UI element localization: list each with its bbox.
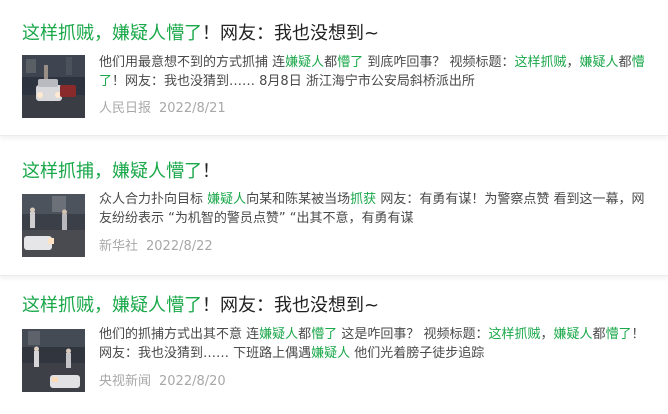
summary-highlight: 嫌疑人 xyxy=(285,55,325,70)
result-meta: 新华社 2022/8/22 xyxy=(99,238,213,256)
result-meta: 人民日报 2022/8/21 xyxy=(99,100,226,118)
result-meta: 央视新闻 2022/8/20 xyxy=(99,373,226,391)
title-highlight[interactable]: ， xyxy=(94,23,112,44)
summary-text: 这是咋回事？ 视频标题： xyxy=(337,327,489,342)
result-summary: 他们的抓捕方式出其不意 连嫌疑人都懵了 这是咋回事？ 视频标题：这样抓贼，嫌疑人… xyxy=(99,325,647,363)
summary-text: 到底咋回事？ 视频标题： xyxy=(363,55,515,70)
summary-text: ， xyxy=(540,327,554,342)
result-card[interactable]: 这样抓捕，嫌疑人懵了！ 众人合力扑向目标 嫌疑人向某和陈某被当场抓获 网友：有勇… xyxy=(0,138,668,276)
title-text[interactable]: ！ xyxy=(202,161,220,182)
summary-highlight: 懵了 xyxy=(605,327,632,342)
summary-text: 他们用最意想不到的方式抓捕 连 xyxy=(99,55,286,70)
publish-date: 2022/8/22 xyxy=(146,239,213,254)
summary-text: ， xyxy=(566,55,580,70)
title-highlight[interactable]: 这样抓捕 xyxy=(22,161,94,182)
summary-text: 都 xyxy=(592,327,606,342)
result-title-link[interactable]: 这样抓贼，嫌疑人懵了！网友：我也没想到~ xyxy=(22,22,379,46)
summary-highlight: 抓获 xyxy=(350,192,377,207)
summary-highlight: 嫌疑人 xyxy=(259,327,299,342)
night-street-car-thumbnail[interactable] xyxy=(22,55,85,118)
summary-text: 都 xyxy=(298,327,312,342)
summary-text: 众人合力扑向目标 xyxy=(99,192,208,207)
thumbnail-image xyxy=(22,194,85,257)
summary-text: 他们的抓捕方式出其不意 连 xyxy=(99,327,260,342)
search-results-page: 这样抓贼，嫌疑人懵了！网友：我也没想到~ 他们用最意想不到的方式抓捕 连嫌疑人都… xyxy=(0,0,668,414)
title-highlight[interactable]: ， xyxy=(94,295,112,316)
result-card[interactable]: 这样抓贼，嫌疑人懵了！网友：我也没想到~ 他们用最意想不到的方式抓捕 连嫌疑人都… xyxy=(0,0,668,136)
result-title-link[interactable]: 这样抓贼，嫌疑人懵了！网友：我也没想到~ xyxy=(22,294,379,318)
summary-highlight: 嫌疑人 xyxy=(311,346,351,361)
publish-date: 2022/8/21 xyxy=(159,101,226,116)
title-highlight[interactable]: 嫌疑人懵了 xyxy=(112,23,202,44)
summary-highlight: 嫌疑人 xyxy=(579,55,619,70)
title-highlight[interactable]: ， xyxy=(94,161,112,182)
summary-highlight: 嫌疑人 xyxy=(553,327,593,342)
result-summary: 众人合力扑向目标 嫌疑人向某和陈某被当场抓获 网友：有勇有谋！为警察点赞 看到这… xyxy=(99,190,647,228)
summary-text: 都 xyxy=(618,55,632,70)
summary-text: ！网友：我也没猜到…… 8月8日 浙江海宁市公安局斜桥派出所 xyxy=(112,74,475,89)
title-text[interactable]: ！网友：我也没想到~ xyxy=(202,295,379,316)
title-highlight[interactable]: 这样抓贼 xyxy=(22,295,94,316)
result-title-link[interactable]: 这样抓捕，嫌疑人懵了！ xyxy=(22,160,220,184)
night-street-arrest-thumbnail[interactable] xyxy=(22,194,85,257)
summary-highlight: 这样抓贼 xyxy=(488,327,541,342)
summary-highlight: 懵了 xyxy=(337,55,364,70)
result-card[interactable]: 这样抓贼，嫌疑人懵了！网友：我也没想到~ 他们的抓捕方式出其不意 连嫌疑人都懵了… xyxy=(0,279,668,414)
night-street-chase-thumbnail[interactable] xyxy=(22,329,85,392)
summary-text: 向某和陈某被当场 xyxy=(246,192,351,207)
title-highlight[interactable]: 嫌疑人懵了 xyxy=(112,161,202,182)
thumbnail-image xyxy=(22,329,85,392)
result-summary: 他们用最意想不到的方式抓捕 连嫌疑人都懵了 到底咋回事？ 视频标题：这样抓贼，嫌… xyxy=(99,53,647,91)
title-text[interactable]: ！网友：我也没想到~ xyxy=(202,23,379,44)
source-name: 新华社 xyxy=(99,239,139,254)
thumbnail-image xyxy=(22,55,85,118)
title-highlight[interactable]: 嫌疑人懵了 xyxy=(112,295,202,316)
source-name: 人民日报 xyxy=(99,101,152,116)
summary-text: 都 xyxy=(324,55,338,70)
source-name: 央视新闻 xyxy=(99,374,152,389)
summary-highlight: 懵了 xyxy=(311,327,338,342)
publish-date: 2022/8/20 xyxy=(159,374,226,389)
title-highlight[interactable]: 这样抓贼 xyxy=(22,23,94,44)
summary-highlight: 这样抓贼 xyxy=(514,55,567,70)
summary-text: 他们光着膀子徒步追踪 xyxy=(350,346,485,361)
summary-highlight: 嫌疑人 xyxy=(207,192,247,207)
